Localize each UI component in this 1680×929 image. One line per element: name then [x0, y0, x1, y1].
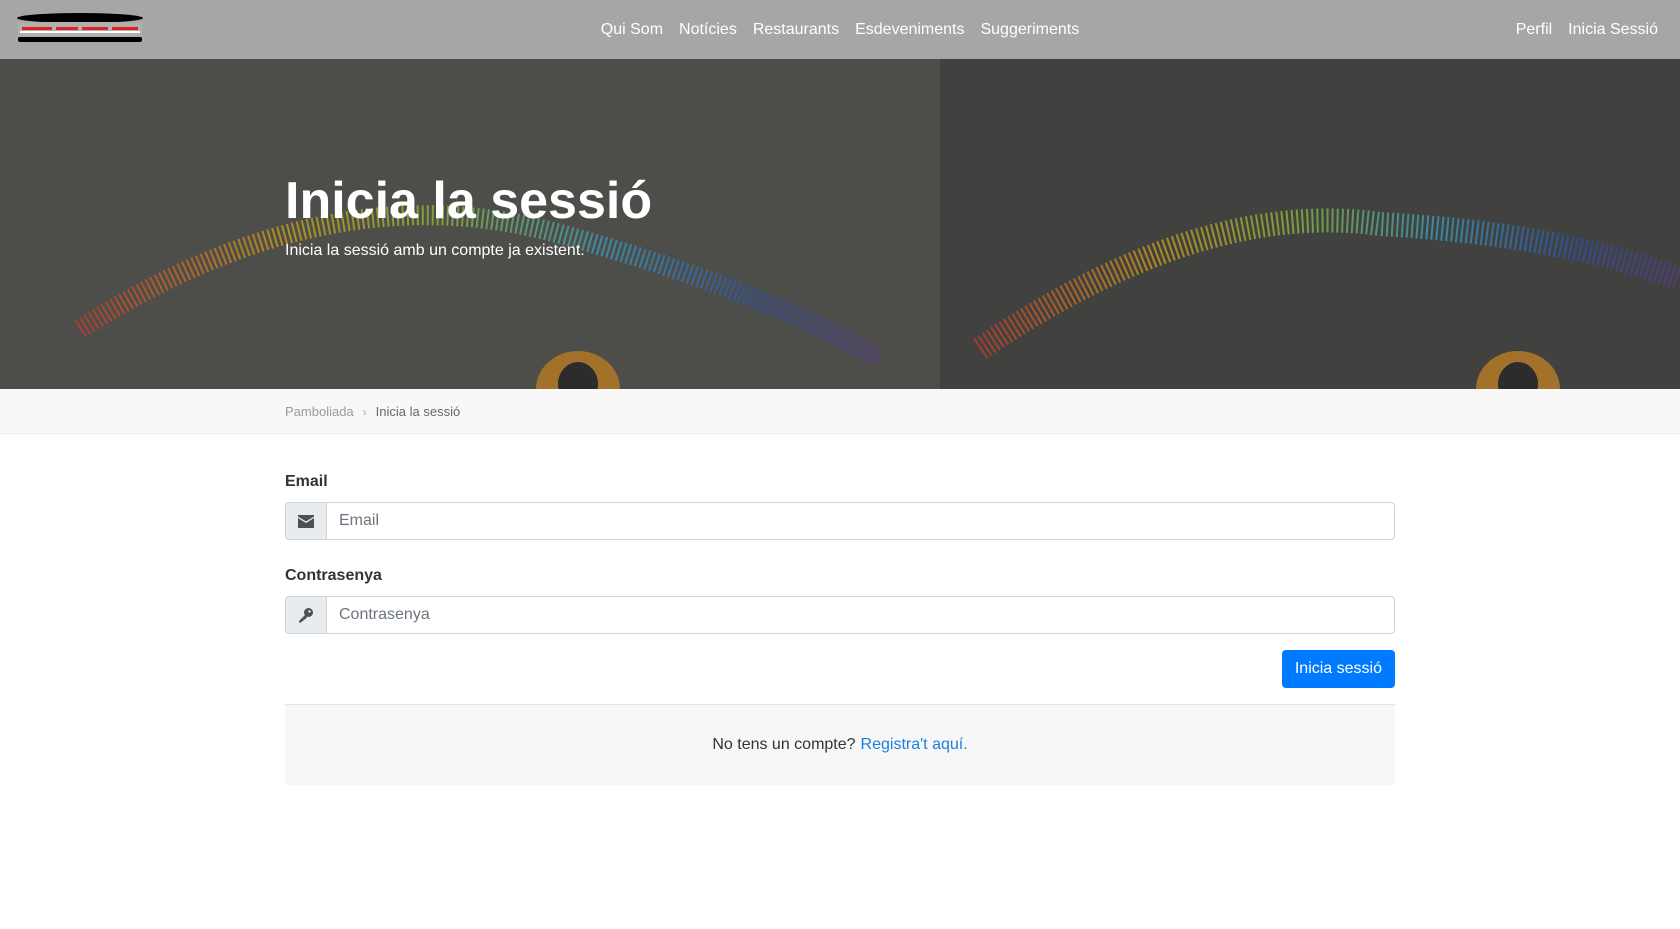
breadcrumb: Pamboliada › Inicia la sessió: [285, 389, 460, 434]
page-title: Inicia la sessió: [285, 172, 653, 230]
site-logo[interactable]: [16, 12, 144, 46]
logo-icon: [17, 13, 143, 42]
breadcrumb-separator-icon: ›: [362, 404, 367, 419]
hero-background-image: [0, 59, 1680, 389]
nav-link-esdeveniments[interactable]: Esdeveniments: [855, 0, 964, 59]
nav-link-suggeriments[interactable]: Suggeriments: [980, 0, 1079, 59]
register-prompt-box: No tens un compte? Registra't aquí.: [285, 704, 1395, 785]
envelope-icon: [285, 502, 326, 540]
hero-banner: Inicia la sessió Inicia la sessió amb un…: [0, 59, 1680, 389]
nav-link-noticies[interactable]: Notícies: [679, 0, 737, 59]
nav-link-restaurants[interactable]: Restaurants: [753, 0, 839, 59]
register-prompt-text: No tens un compte?: [712, 736, 856, 753]
password-field[interactable]: [326, 596, 1395, 634]
nav-link-perfil[interactable]: Perfil: [1516, 0, 1552, 59]
login-form: Email Contrasenya Inicia sessió No tens …: [285, 470, 1395, 785]
breadcrumb-home-link[interactable]: Pamboliada: [285, 404, 354, 419]
email-field[interactable]: [326, 502, 1395, 540]
password-input-group: [285, 596, 1395, 634]
nav-link-login[interactable]: Inicia Sessió: [1568, 0, 1658, 59]
breadcrumb-bar: Pamboliada › Inicia la sessió: [0, 389, 1680, 434]
main-nav: Qui Som Notícies Restaurants Esdevenimen…: [0, 0, 1680, 59]
password-label: Contrasenya: [285, 567, 382, 584]
user-nav: Perfil Inicia Sessió: [1516, 0, 1658, 59]
register-link[interactable]: Registra't aquí.: [861, 736, 968, 754]
email-label: Email: [285, 473, 328, 490]
navbar: Qui Som Notícies Restaurants Esdevenimen…: [0, 0, 1680, 59]
login-button[interactable]: Inicia sessió: [1281, 650, 1395, 688]
key-icon: [285, 596, 326, 634]
email-input-group: [285, 502, 1395, 540]
breadcrumb-current: Inicia la sessió: [375, 404, 461, 419]
page-subtitle: Inicia la sessió amb un compte ja existe…: [285, 242, 585, 259]
form-actions: Inicia sessió: [285, 650, 1395, 688]
nav-link-qui-som[interactable]: Qui Som: [601, 0, 663, 59]
